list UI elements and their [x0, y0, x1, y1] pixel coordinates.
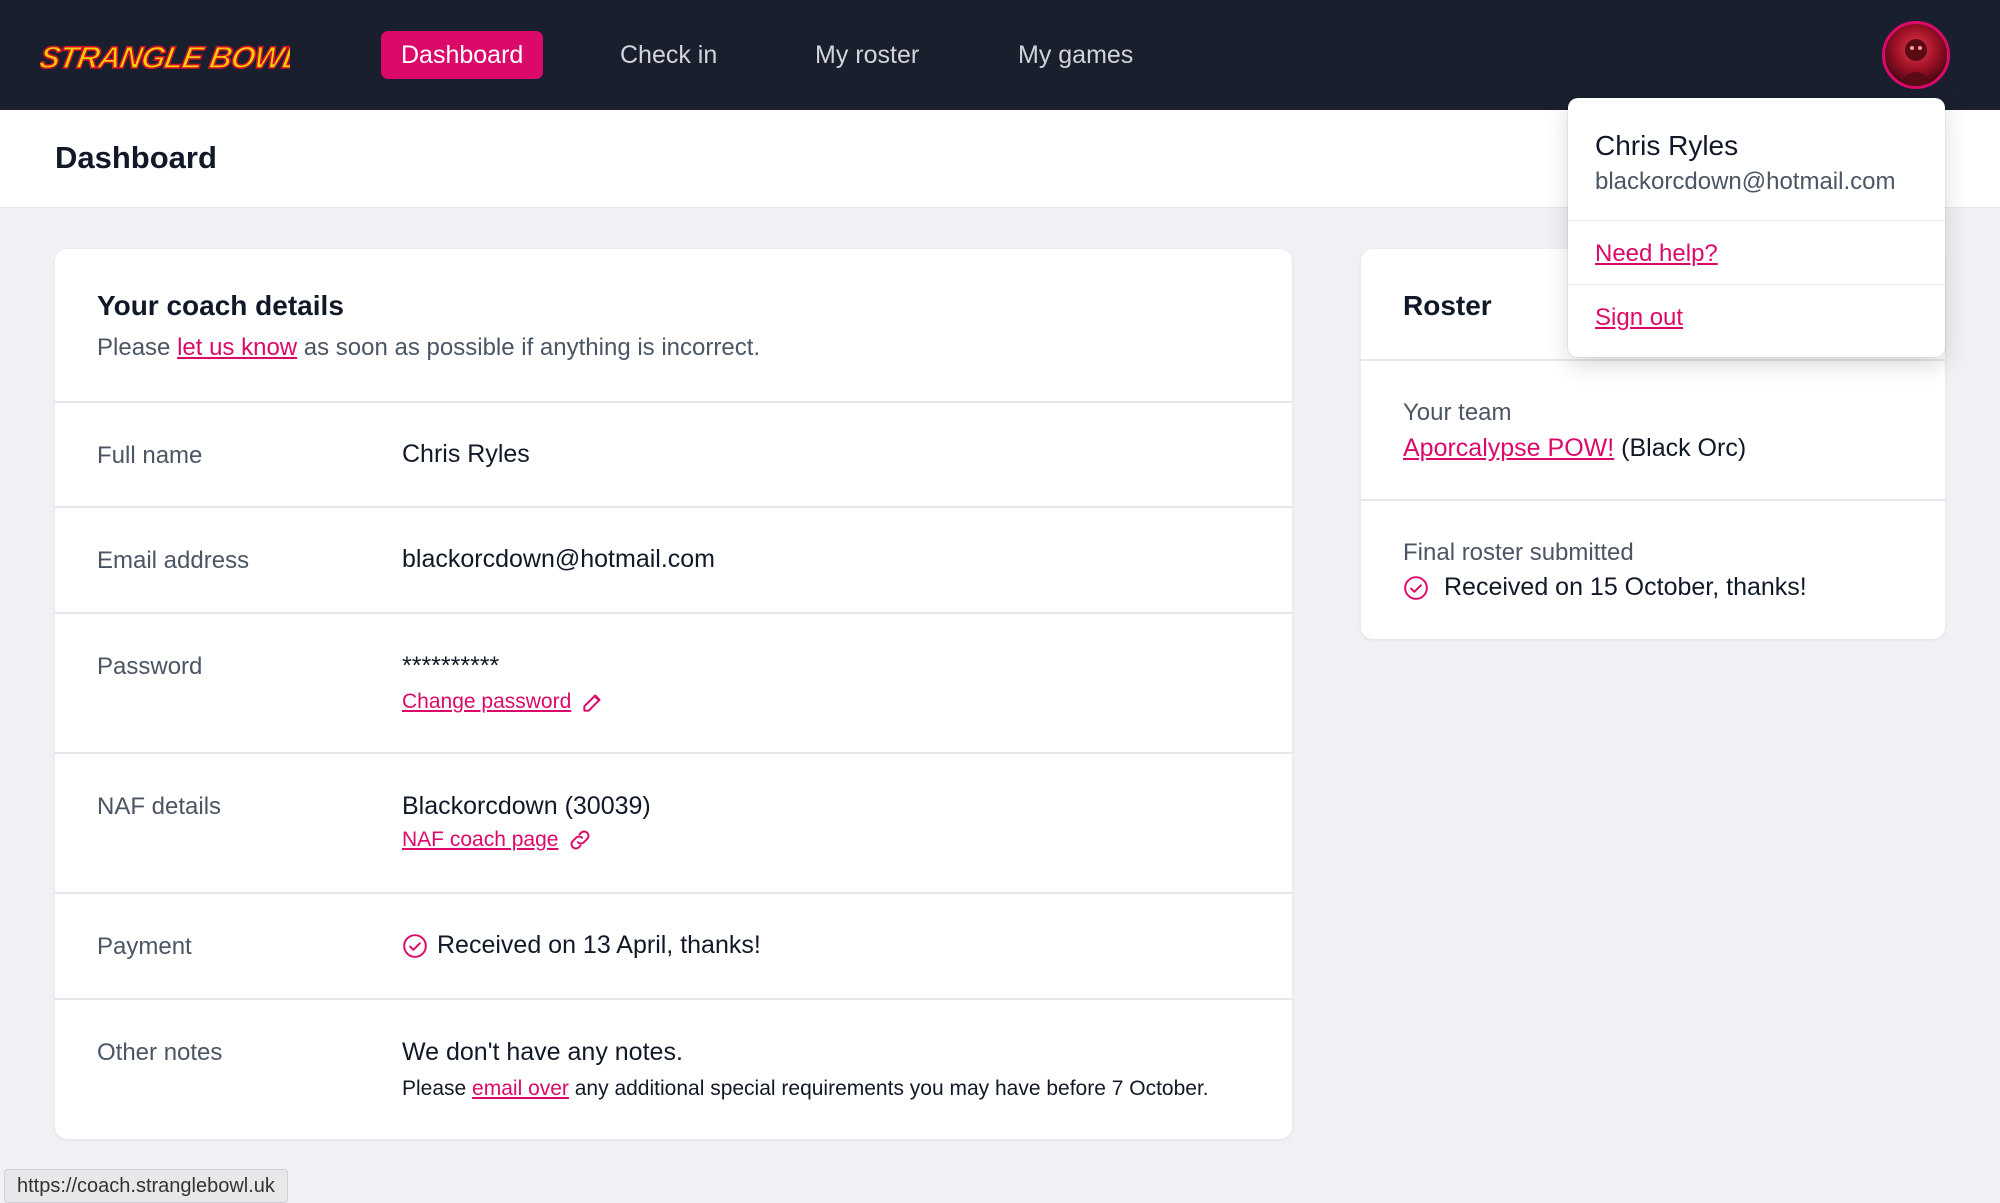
- final-roster-status: Received on 15 October, thanks!: [1403, 573, 1807, 602]
- team-name-link[interactable]: Aporcalypse POW!: [1403, 434, 1614, 462]
- your-team-label: Your team: [1403, 399, 1512, 426]
- dropdown-user-name: Chris Ryles: [1595, 130, 1739, 161]
- email-label: Email address: [97, 547, 250, 574]
- dropdown-user-email: blackorcdown@hotmail.com: [1595, 168, 1896, 195]
- browser-status-bar: https://coach.stranglebowl.uk: [4, 1169, 288, 1203]
- roster-card-title: Roster: [1403, 290, 1492, 321]
- divider: [55, 998, 1292, 1000]
- user-dropdown-menu: Chris Ryles blackorcdown@hotmail.com Nee…: [1568, 98, 1945, 357]
- payment-status: Received on 13 April, thanks!: [402, 931, 761, 960]
- page-title: Dashboard: [55, 140, 217, 175]
- subtitle-text: Please: [97, 334, 178, 361]
- divider: [1568, 284, 1945, 285]
- divider: [55, 506, 1292, 508]
- team-line: Aporcalypse POW! (Black Orc): [1403, 434, 1746, 463]
- divider: [1361, 359, 1945, 361]
- divider: [55, 612, 1292, 614]
- nav-check-in[interactable]: Check in: [600, 31, 737, 79]
- divider: [55, 752, 1292, 754]
- notes-label: Other notes: [97, 1039, 223, 1066]
- naf-coach-page-link[interactable]: NAF coach page: [402, 828, 558, 852]
- edit-icon[interactable]: [580, 689, 606, 715]
- password-value: **********: [402, 652, 500, 680]
- svg-text:STRANGLE BOWL: STRANGLE BOWL: [40, 40, 290, 75]
- notes-instructions: Please email over any additional special…: [402, 1077, 1209, 1101]
- avatar-image: [1897, 39, 1935, 86]
- full-name-value: Chris Ryles: [402, 440, 530, 468]
- notes-text-end: any additional special requirements you …: [568, 1077, 1209, 1100]
- nav-my-games[interactable]: My games: [998, 31, 1153, 79]
- check-circle-icon: [1404, 575, 1428, 600]
- final-roster-label: Final roster submitted: [1403, 539, 1634, 566]
- final-roster-value: Received on 15 October, thanks!: [1444, 573, 1807, 601]
- divider: [1568, 220, 1945, 221]
- full-name-label: Full name: [97, 442, 203, 469]
- password-label: Password: [97, 653, 203, 680]
- coach-card-subtitle: Please let us know as soon as possible i…: [97, 334, 760, 362]
- strangle-bowl-logo[interactable]: STRANGLE BOWL: [40, 34, 290, 78]
- payment-value: Received on 13 April, thanks!: [437, 931, 761, 959]
- user-avatar[interactable]: [1882, 21, 1950, 89]
- email-value: blackorcdown@hotmail.com: [402, 545, 716, 573]
- coach-details-card: Your coach details Please let us know as…: [55, 249, 1292, 1139]
- need-help-link[interactable]: Need help?: [1595, 240, 1718, 268]
- naf-link-row: NAF coach page: [402, 827, 593, 853]
- let-us-know-link[interactable]: let us know: [177, 334, 297, 361]
- team-race: (Black Orc): [1621, 434, 1747, 462]
- divider: [1361, 499, 1945, 501]
- payment-label: Payment: [97, 933, 192, 960]
- naf-label: NAF details: [97, 793, 222, 820]
- email-over-link[interactable]: email over: [472, 1077, 569, 1100]
- change-password-row: Change password: [402, 689, 606, 715]
- nav-dashboard[interactable]: Dashboard: [381, 31, 544, 79]
- subtitle-text-end: as soon as possible if anything is incor…: [297, 334, 761, 361]
- change-password-link[interactable]: Change password: [402, 690, 571, 714]
- divider: [55, 892, 1292, 894]
- check-circle-icon: [403, 933, 427, 958]
- nav-my-roster[interactable]: My roster: [795, 31, 939, 79]
- sign-out-link[interactable]: Sign out: [1595, 304, 1683, 332]
- naf-value: Blackorcdown (30039): [402, 792, 651, 820]
- notes-value: We don't have any notes.: [402, 1038, 683, 1066]
- top-navbar: STRANGLE BOWL Dashboard Check in My rost…: [0, 0, 2000, 110]
- divider: [55, 401, 1292, 403]
- notes-text: Please: [402, 1077, 473, 1100]
- coach-card-title: Your coach details: [97, 290, 344, 321]
- link-icon[interactable]: [567, 827, 593, 853]
